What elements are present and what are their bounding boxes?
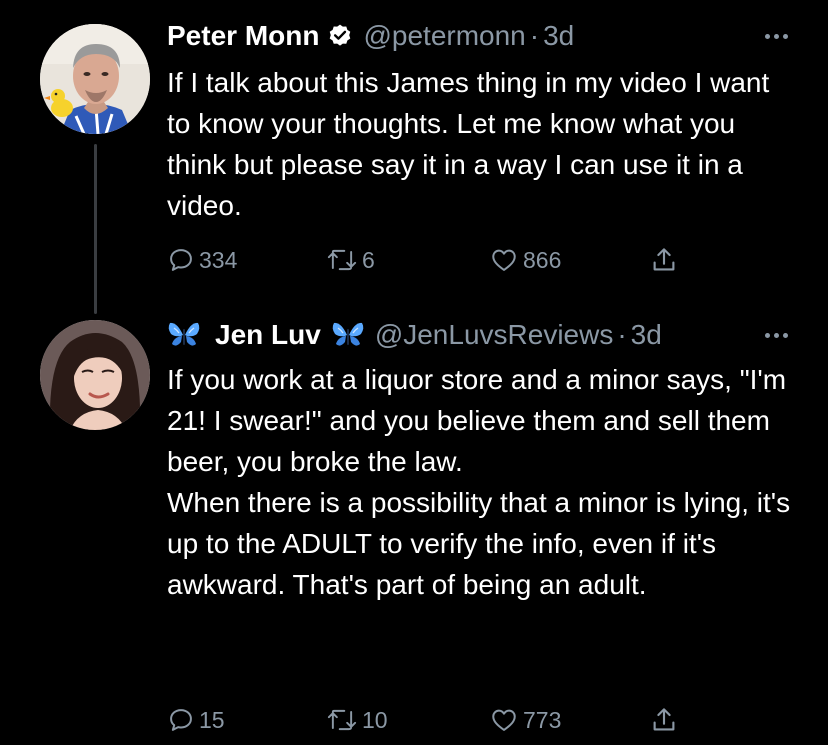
retweet-button[interactable]: 10 [326, 702, 388, 738]
more-icon[interactable] [748, 325, 788, 345]
share-button[interactable] [649, 242, 679, 278]
like-count: 866 [523, 246, 562, 273]
verified-badge-icon [327, 23, 353, 49]
reply-count: 15 [199, 706, 225, 733]
tweet-header: Peter Monn @petermonn · 3d [167, 18, 788, 54]
share-icon [649, 245, 679, 275]
like-icon [489, 246, 519, 274]
author-name[interactable]: Peter Monn [167, 20, 319, 52]
like-count: 773 [523, 706, 562, 733]
tweet-timestamp[interactable]: 3d [631, 319, 662, 351]
tweet-text: If I talk about this James thing in my v… [167, 62, 792, 226]
retweet-count: 10 [362, 706, 388, 733]
tweet[interactable]: Peter Monn @petermonn · 3d If I talk abo… [0, 0, 828, 300]
reply-icon [167, 706, 195, 734]
tweet-paragraph: When there is a possibility that a minor… [167, 487, 791, 600]
retweet-button[interactable]: 6 [326, 242, 375, 278]
reply-button[interactable]: 334 [167, 242, 237, 278]
like-icon [489, 706, 519, 734]
tweet-timestamp[interactable]: 3d [543, 20, 574, 52]
tweet-text: If you work at a liquor store and a mino… [167, 359, 792, 605]
like-button[interactable]: 773 [489, 702, 561, 738]
separator-dot: · [529, 20, 540, 51]
avatar[interactable] [40, 24, 150, 134]
tweet-header: Jen Luv @JenLuvsReviews · 3d [167, 317, 788, 353]
tweet-paragraph: If I talk about this James thing in my v… [167, 67, 770, 221]
share-icon [649, 705, 679, 735]
author-handle[interactable]: @JenLuvsReviews [375, 319, 614, 351]
tweet[interactable]: Jen Luv @JenLuvsReviews · 3d If you work… [0, 300, 828, 745]
reply-button[interactable]: 15 [167, 702, 225, 738]
reply-count: 334 [199, 246, 238, 273]
reply-icon [167, 246, 195, 274]
butterfly-emoji-icon [167, 320, 201, 350]
retweet-icon [326, 706, 358, 734]
retweet-count: 6 [362, 246, 375, 273]
author-handle[interactable]: @petermonn [363, 20, 525, 52]
tweet-actions: 334 6 866 [167, 242, 788, 278]
tweet-paragraph: If you work at a liquor store and a mino… [167, 364, 787, 477]
butterfly-emoji-icon [331, 320, 365, 350]
share-button[interactable] [649, 702, 679, 738]
avatar[interactable] [40, 320, 150, 430]
author-name[interactable]: Jen Luv [215, 319, 321, 351]
more-icon[interactable] [748, 26, 788, 46]
separator-dot: · [617, 319, 627, 350]
like-button[interactable]: 866 [489, 242, 561, 278]
retweet-icon [326, 246, 358, 274]
tweet-actions: 15 10 773 [167, 702, 788, 738]
